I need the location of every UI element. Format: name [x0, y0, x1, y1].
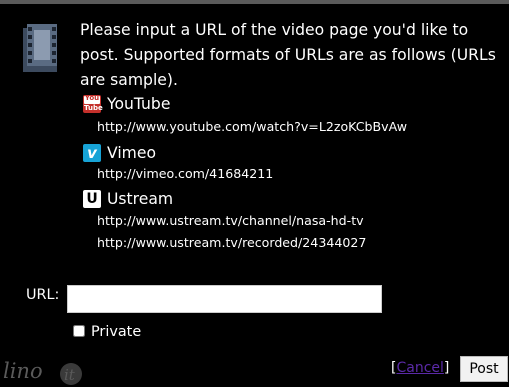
service-vimeo: v Vimeo	[83, 143, 156, 163]
service-youtube: You Tube YouTube	[83, 94, 170, 114]
sample-url: http://www.ustream.tv/channel/nasa-hd-tv	[97, 213, 364, 228]
sample-url: http://www.youtube.com/watch?v=L2zoKCbBv…	[97, 119, 408, 134]
service-name: YouTube	[107, 95, 171, 113]
vimeo-logo-icon: v	[83, 144, 101, 162]
url-label: URL:	[26, 287, 60, 303]
cancel-link[interactable]: Cancel	[396, 360, 443, 376]
sample-url: http://vimeo.com/41684211	[97, 166, 274, 181]
private-label[interactable]: Private	[91, 324, 141, 340]
lino-logo: lino it	[3, 359, 82, 385]
private-checkbox[interactable]	[73, 325, 85, 337]
svg-text:it: it	[64, 366, 76, 384]
svg-text:lino: lino	[3, 359, 43, 383]
film-strip-icon	[23, 24, 57, 72]
instructions-text: Please input a URL of the video page you…	[80, 21, 496, 89]
ustream-logo-icon: U	[83, 190, 101, 208]
service-name: Ustream	[107, 190, 174, 208]
sample-url: http://www.ustream.tv/recorded/24344027	[97, 235, 367, 250]
dialog-top-border	[0, 0, 509, 4]
service-ustream: U Ustream	[83, 189, 173, 209]
cancel-wrap: [Cancel]	[391, 360, 450, 376]
youtube-logo-icon: You Tube	[83, 94, 103, 113]
url-input[interactable]	[67, 285, 382, 313]
service-name: Vimeo	[107, 144, 156, 162]
post-button[interactable]: Post	[460, 356, 508, 382]
